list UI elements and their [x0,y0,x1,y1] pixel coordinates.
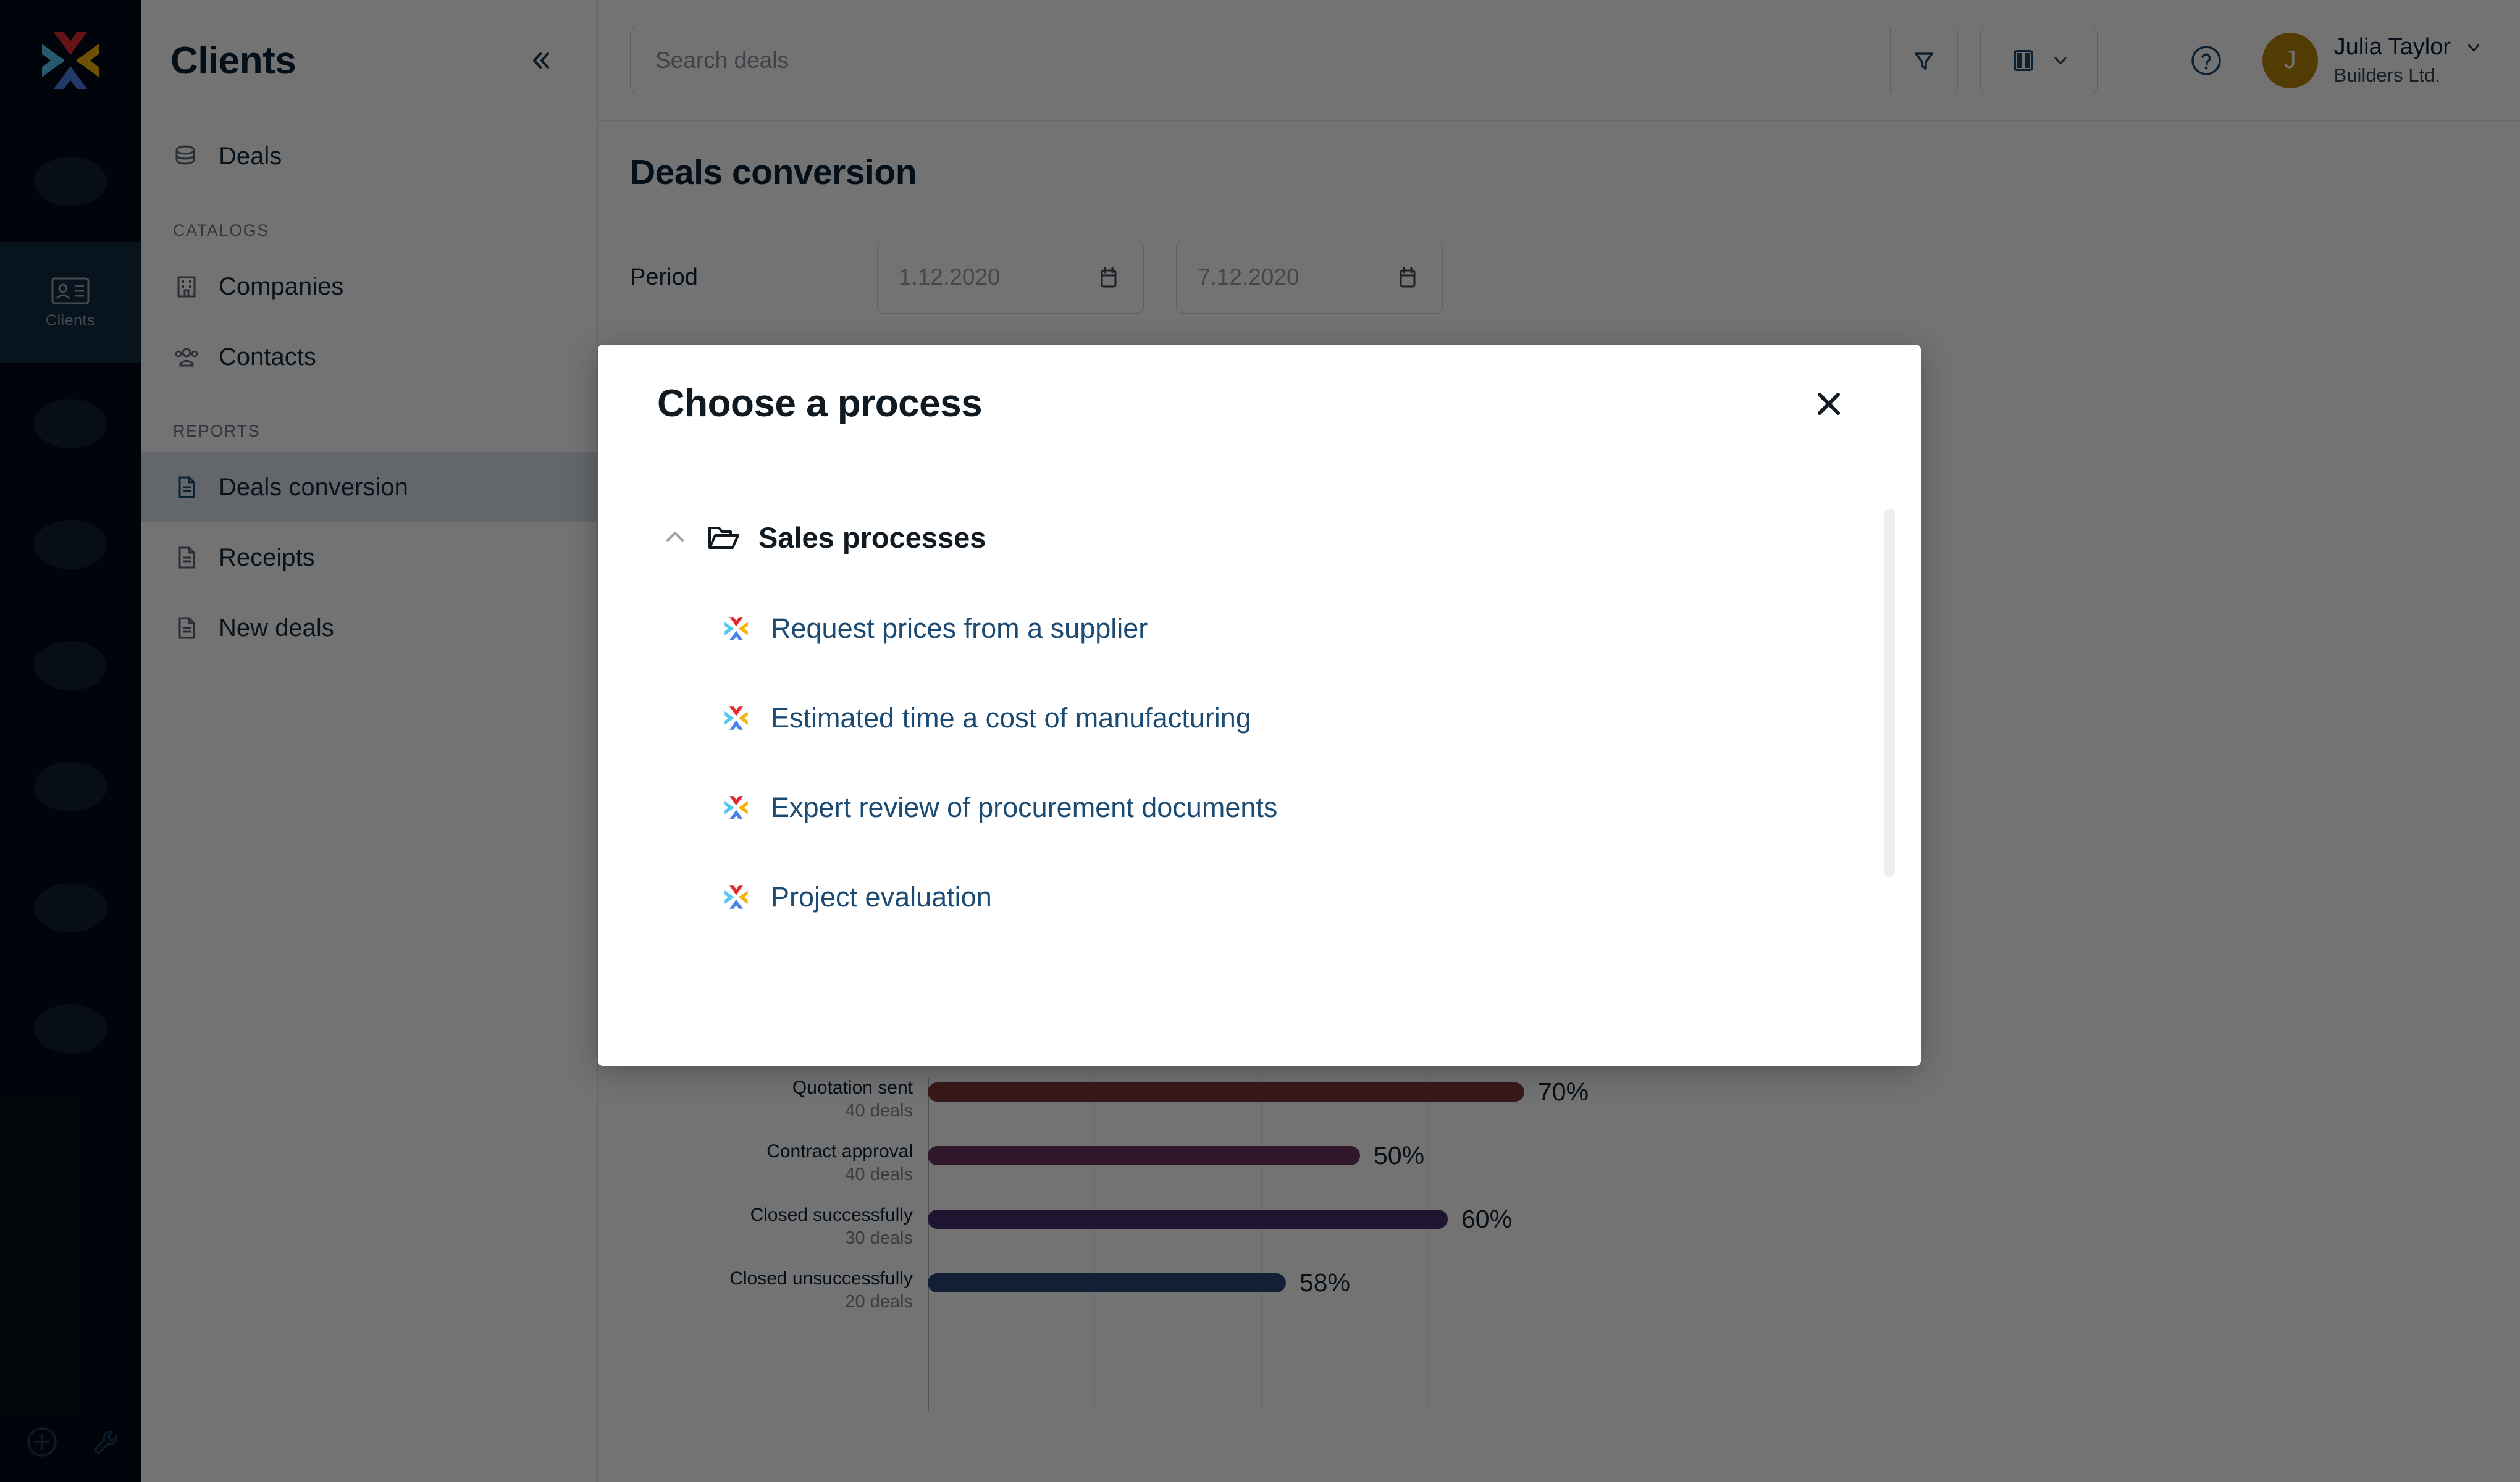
process-item-label: Project evaluation [771,881,992,913]
choose-process-dialog: Choose a process Sales processes Request… [598,345,1921,1066]
process-item-label: Expert review of procurement documents [771,792,1278,823]
dialog-body: Sales processes Request prices from a su… [598,463,1921,1066]
dialog-header: Choose a process [598,345,1921,463]
dialog-title: Choose a process [657,382,983,425]
process-item-label: Request prices from a supplier [771,613,1148,644]
x-logo-icon [724,706,748,730]
app-root: Clients Clients Deals [0,0,2520,1482]
process-group-label: Sales processes [758,521,986,554]
modal-scrollbar[interactable] [1884,509,1895,877]
process-item-1[interactable]: Estimated time a cost of manufacturing [598,690,1921,746]
process-item-3[interactable]: Project evaluation [598,869,1921,925]
process-item-label: Estimated time a cost of manufacturing [771,702,1251,734]
process-item-0[interactable]: Request prices from a supplier [598,601,1921,656]
dialog-close-button[interactable] [1806,381,1852,427]
open-folder-icon [708,527,739,549]
process-group-sales-processes[interactable]: Sales processes [598,508,1921,567]
x-logo-icon [724,885,748,909]
close-icon [1818,392,1840,415]
x-logo-icon [724,796,748,819]
chevron-up-icon[interactable] [662,524,688,550]
x-logo-icon [724,617,748,640]
process-item-2[interactable]: Expert review of procurement documents [598,780,1921,835]
